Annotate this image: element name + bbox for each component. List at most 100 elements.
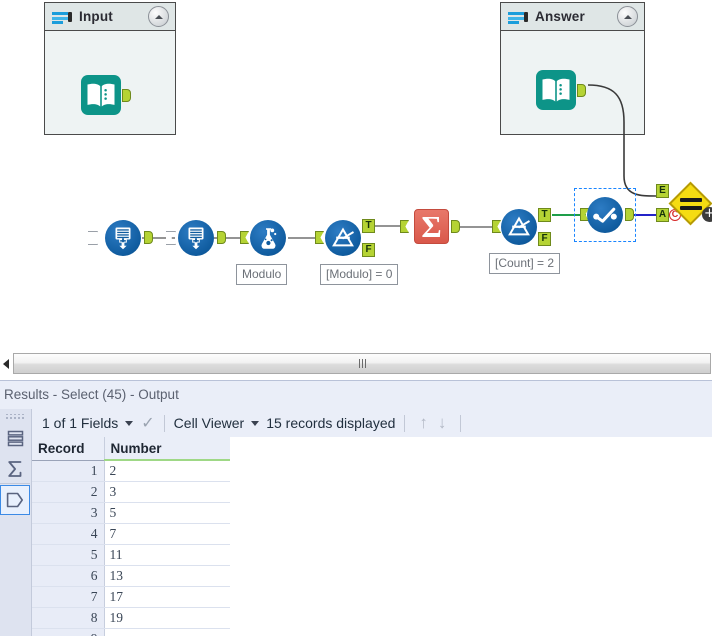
view-mode-label: Cell Viewer: [173, 415, 245, 431]
results-body: 1 of 1 Fields ✓ Cell Viewer 15 records d…: [0, 409, 712, 636]
view-mode-selector[interactable]: Cell Viewer: [174, 415, 267, 431]
cell-record[interactable]: 5: [32, 544, 105, 566]
splitter-bar[interactable]: [13, 353, 711, 374]
tool-filter-2[interactable]: [501, 209, 537, 245]
table-row[interactable]: 9: [32, 628, 231, 636]
rail-item-table[interactable]: [0, 423, 30, 453]
results-title: Results - Select (45) - Output: [0, 381, 712, 409]
rail-grip-icon[interactable]: [5, 414, 26, 420]
cell-record[interactable]: 7: [32, 586, 105, 608]
check-icon[interactable]: ✓: [141, 413, 154, 433]
generate-rows-icon: [115, 227, 131, 250]
chevron-up-icon[interactable]: [148, 6, 169, 27]
alteryx-designer-window: Input Answer Modulo T F [Modulo] = 0 Σ T…: [0, 0, 712, 636]
select-icon: [593, 207, 617, 223]
cell-number[interactable]: 2: [104, 460, 231, 482]
table-row[interactable]: 12: [32, 460, 231, 482]
results-table-area: 1 of 1 Fields ✓ Cell Viewer 15 records d…: [32, 409, 712, 636]
cell-record[interactable]: 3: [32, 502, 105, 524]
scroll-down-button[interactable]: ↓: [438, 413, 447, 433]
table-row[interactable]: 23: [32, 481, 231, 503]
cell-number[interactable]: 3: [104, 481, 231, 503]
test-actual-anchor[interactable]: A: [656, 208, 669, 222]
cell-record[interactable]: 4: [32, 523, 105, 545]
filter-false-anchor[interactable]: F: [362, 243, 375, 257]
cell-record[interactable]: 2: [32, 481, 105, 503]
tool-formula[interactable]: [250, 220, 286, 256]
filter-true-anchor[interactable]: T: [538, 208, 551, 222]
filter-icon: [332, 227, 354, 247]
tool-generate-rows-2[interactable]: [178, 220, 214, 256]
input-anchor[interactable]: [400, 220, 409, 233]
tool-generate-rows-1[interactable]: [105, 220, 141, 256]
input-anchor[interactable]: [166, 231, 176, 245]
cell-number[interactable]: 7: [104, 523, 231, 545]
tool-select[interactable]: [587, 197, 623, 233]
field-selector[interactable]: 1 of 1 Fields ✓: [42, 413, 155, 433]
generate-rows-icon: [188, 227, 204, 250]
tool-summarize[interactable]: Σ: [414, 209, 449, 244]
cell-record[interactable]: 8: [32, 607, 105, 629]
cell-record[interactable]: 6: [32, 565, 105, 587]
chevron-up-icon[interactable]: [617, 6, 638, 27]
input-anchor[interactable]: [240, 231, 249, 244]
container-body: [501, 31, 644, 134]
cell-number[interactable]: 13: [104, 565, 231, 587]
rail-item-metadata[interactable]: [0, 485, 30, 515]
field-selector-label: 1 of 1 Fields: [42, 415, 119, 431]
tool-filter-1[interactable]: [325, 220, 361, 256]
table-row[interactable]: 35: [32, 502, 231, 524]
divider: [404, 414, 406, 432]
pentagon-icon: [6, 492, 23, 508]
container-bars-icon: [52, 10, 72, 24]
collapse-left-icon[interactable]: [0, 353, 12, 375]
tool-label-formula: Modulo: [236, 264, 288, 285]
output-anchor[interactable]: [577, 84, 586, 97]
output-anchor[interactable]: [625, 208, 634, 221]
column-header-record[interactable]: Record: [32, 437, 105, 461]
filter-false-anchor[interactable]: F: [538, 232, 551, 246]
output-anchor[interactable]: [144, 231, 153, 244]
workflow-input-anchor[interactable]: [88, 231, 98, 245]
cell-number[interactable]: 11: [104, 544, 231, 566]
tool-test-compare[interactable]: +: [668, 181, 712, 226]
column-header-number[interactable]: Number: [104, 437, 231, 461]
tool-container-answer[interactable]: Answer: [500, 2, 645, 135]
input-anchor[interactable]: [492, 220, 501, 233]
cell-number[interactable]: 19: [104, 607, 231, 629]
text-input-tool-1[interactable]: [81, 75, 131, 115]
output-anchor[interactable]: [217, 231, 226, 244]
container-header: Answer: [501, 3, 644, 31]
filter-true-anchor[interactable]: T: [362, 219, 375, 233]
output-anchor[interactable]: [122, 89, 131, 102]
grip-icon: [358, 359, 366, 368]
container-title: Input: [79, 9, 113, 24]
text-input-tool-2[interactable]: [536, 70, 586, 110]
scroll-up-button[interactable]: ↑: [419, 413, 428, 433]
workflow-canvas[interactable]: Input Answer Modulo T F [Modulo] = 0 Σ T…: [0, 0, 712, 348]
table-row[interactable]: 47: [32, 523, 231, 545]
divider: [163, 414, 165, 432]
cell-number[interactable]: 17: [104, 586, 231, 608]
table-row[interactable]: 5 11: [32, 544, 231, 566]
cell-number[interactable]: 5: [104, 502, 231, 524]
cell-record[interactable]: 9: [32, 628, 105, 636]
table-row[interactable]: 7 17: [32, 586, 231, 608]
add-icon[interactable]: +: [702, 207, 712, 222]
tool-container-input[interactable]: Input: [44, 2, 176, 135]
results-grid[interactable]: Record Number 122335475116137178199: [32, 437, 231, 636]
cell-record[interactable]: 1: [32, 460, 105, 482]
container-bars-icon: [508, 10, 528, 24]
table-row[interactable]: 6 13: [32, 565, 231, 587]
table-row[interactable]: 8 19: [32, 607, 231, 629]
output-anchor[interactable]: [451, 220, 460, 233]
chevron-down-icon[interactable]: [251, 420, 260, 426]
container-body: [45, 31, 175, 134]
chevron-down-icon[interactable]: [125, 420, 134, 426]
test-expected-anchor[interactable]: E: [656, 184, 669, 198]
input-anchor[interactable]: [315, 231, 324, 244]
cell-number[interactable]: [104, 628, 231, 636]
results-splitter[interactable]: [0, 348, 712, 380]
rail-item-summary[interactable]: [0, 454, 30, 484]
tool-label-filter-2: [Count] = 2: [489, 253, 561, 274]
